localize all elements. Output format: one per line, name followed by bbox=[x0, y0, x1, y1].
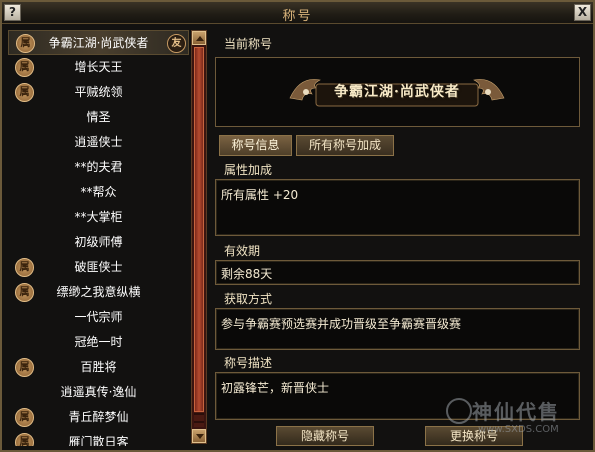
title-list-item[interactable]: 属雁门散日客 bbox=[8, 430, 189, 446]
tab-title-info[interactable]: 称号信息 bbox=[219, 135, 292, 156]
title-list-item-label: **的夫君 bbox=[74, 160, 123, 174]
scroll-up-arrow-icon[interactable] bbox=[192, 31, 206, 45]
scroll-thumb[interactable] bbox=[194, 47, 204, 412]
title-list-item[interactable]: 属平贼统领 bbox=[8, 80, 189, 105]
attr-bonus-box: 所有属性 +20 bbox=[215, 179, 580, 236]
title-list-item[interactable]: 情圣 bbox=[8, 105, 189, 130]
title-list-item-label: 逍遥真传·逸仙 bbox=[60, 385, 137, 399]
title-list-item[interactable]: 初级师傅 bbox=[8, 230, 189, 255]
title-emblem: 争霸江湖·尚武侠者 bbox=[286, 70, 508, 110]
watermark-logo-icon bbox=[446, 398, 472, 424]
title-list-item-label: 一代宗师 bbox=[74, 310, 123, 324]
title-list-item-label: 雁门散日客 bbox=[68, 435, 129, 446]
title-list-item[interactable]: 属增长天王 bbox=[8, 55, 189, 80]
validity-value: 剩余88天 bbox=[221, 267, 273, 281]
title-list-item[interactable]: 逍遥真传·逸仙 bbox=[8, 380, 189, 405]
close-button[interactable]: X bbox=[574, 4, 591, 21]
desc-value: 初露锋芒，新晋侠士 bbox=[221, 381, 330, 395]
title-list-item[interactable]: 一代宗师 bbox=[8, 305, 189, 330]
title-list-item[interactable]: 属青丘醉梦仙 bbox=[8, 405, 189, 430]
friend-badge-icon: 友 bbox=[167, 34, 186, 53]
title-list-item[interactable]: 冠绝一时 bbox=[8, 330, 189, 355]
title-list-item-label: 情圣 bbox=[86, 110, 111, 124]
title-list-item-label: **大掌柜 bbox=[74, 210, 123, 224]
emblem-text: 争霸江湖·尚武侠者 bbox=[334, 84, 460, 100]
hide-title-button[interactable]: 隐藏称号 bbox=[276, 426, 374, 446]
title-list-item[interactable]: 属缥缈之我意纵横 bbox=[8, 280, 189, 305]
title-list-item-label: 增长天王 bbox=[74, 60, 123, 74]
obtain-value: 参与争霸赛预选赛并成功晋级至争霸赛晋级赛 bbox=[221, 317, 462, 331]
list-scrollbar[interactable] bbox=[191, 30, 207, 444]
title-list-item[interactable]: 属百胜将 bbox=[8, 355, 189, 380]
title-list-item-label: 青丘醉梦仙 bbox=[68, 410, 129, 424]
validity-box: 剩余88天 bbox=[215, 260, 580, 285]
title-list-item-label: 缥缈之我意纵横 bbox=[56, 285, 141, 299]
title-list-item-label: **帮众 bbox=[80, 185, 117, 199]
site-watermark: 神仙代售 www.SXDS.COM bbox=[442, 394, 592, 444]
title-bar: ? 称号 X bbox=[2, 2, 593, 24]
obtain-label: 获取方式 bbox=[224, 292, 273, 306]
title-list-item-label: 冠绝一时 bbox=[74, 335, 123, 349]
desc-label: 称号描述 bbox=[224, 356, 273, 370]
title-list-item[interactable]: 属破匪侠士 bbox=[8, 255, 189, 280]
window-title: 称号 bbox=[282, 9, 313, 24]
obtain-box: 参与争霸赛预选赛并成功晋级至争霸赛晋级赛 bbox=[215, 308, 580, 350]
current-title-display: 争霸江湖·尚武侠者 bbox=[215, 57, 580, 127]
attr-bonus-value: 所有属性 +20 bbox=[221, 188, 299, 202]
title-list-item[interactable]: **的夫君 bbox=[8, 155, 189, 180]
title-list-item[interactable]: 逍遥侠士 bbox=[8, 130, 189, 155]
scroll-down-arrow-icon[interactable] bbox=[192, 429, 206, 443]
scroll-track[interactable] bbox=[194, 47, 204, 427]
title-list-item[interactable]: 属争霸江湖·尚武侠者友 bbox=[8, 30, 189, 55]
title-list-item-label: 平贼统领 bbox=[74, 85, 123, 99]
title-list-item-label: 争霸江湖·尚武侠者 bbox=[48, 36, 149, 50]
watermark-text: 神仙代售 bbox=[472, 400, 560, 424]
title-list-item-label: 破匪侠士 bbox=[74, 260, 123, 274]
attr-bonus-label: 属性加成 bbox=[224, 163, 273, 177]
tab-all-title-bonus[interactable]: 所有称号加成 bbox=[296, 135, 394, 156]
title-list: 属争霸江湖·尚武侠者友属增长天王属平贼统领 情圣 逍遥侠士 **的夫君 **帮众 **大掌… bbox=[8, 30, 189, 446]
watermark-url: www.SXDS.COM bbox=[478, 424, 559, 435]
title-list-item-label: 逍遥侠士 bbox=[74, 135, 123, 149]
validity-label: 有效期 bbox=[224, 244, 261, 258]
title-list-item[interactable]: **帮众 bbox=[8, 180, 189, 205]
title-list-item-label: 百胜将 bbox=[80, 360, 117, 374]
title-list-item-label: 初级师傅 bbox=[74, 235, 123, 249]
current-title-label: 当前称号 bbox=[224, 37, 273, 51]
title-list-item[interactable]: **大掌柜 bbox=[8, 205, 189, 230]
title-window: ? 称号 X 属争霸江湖·尚武侠者友属增长天王属平贼统领 情圣 逍遥侠士 **的夫君 *… bbox=[0, 0, 595, 452]
